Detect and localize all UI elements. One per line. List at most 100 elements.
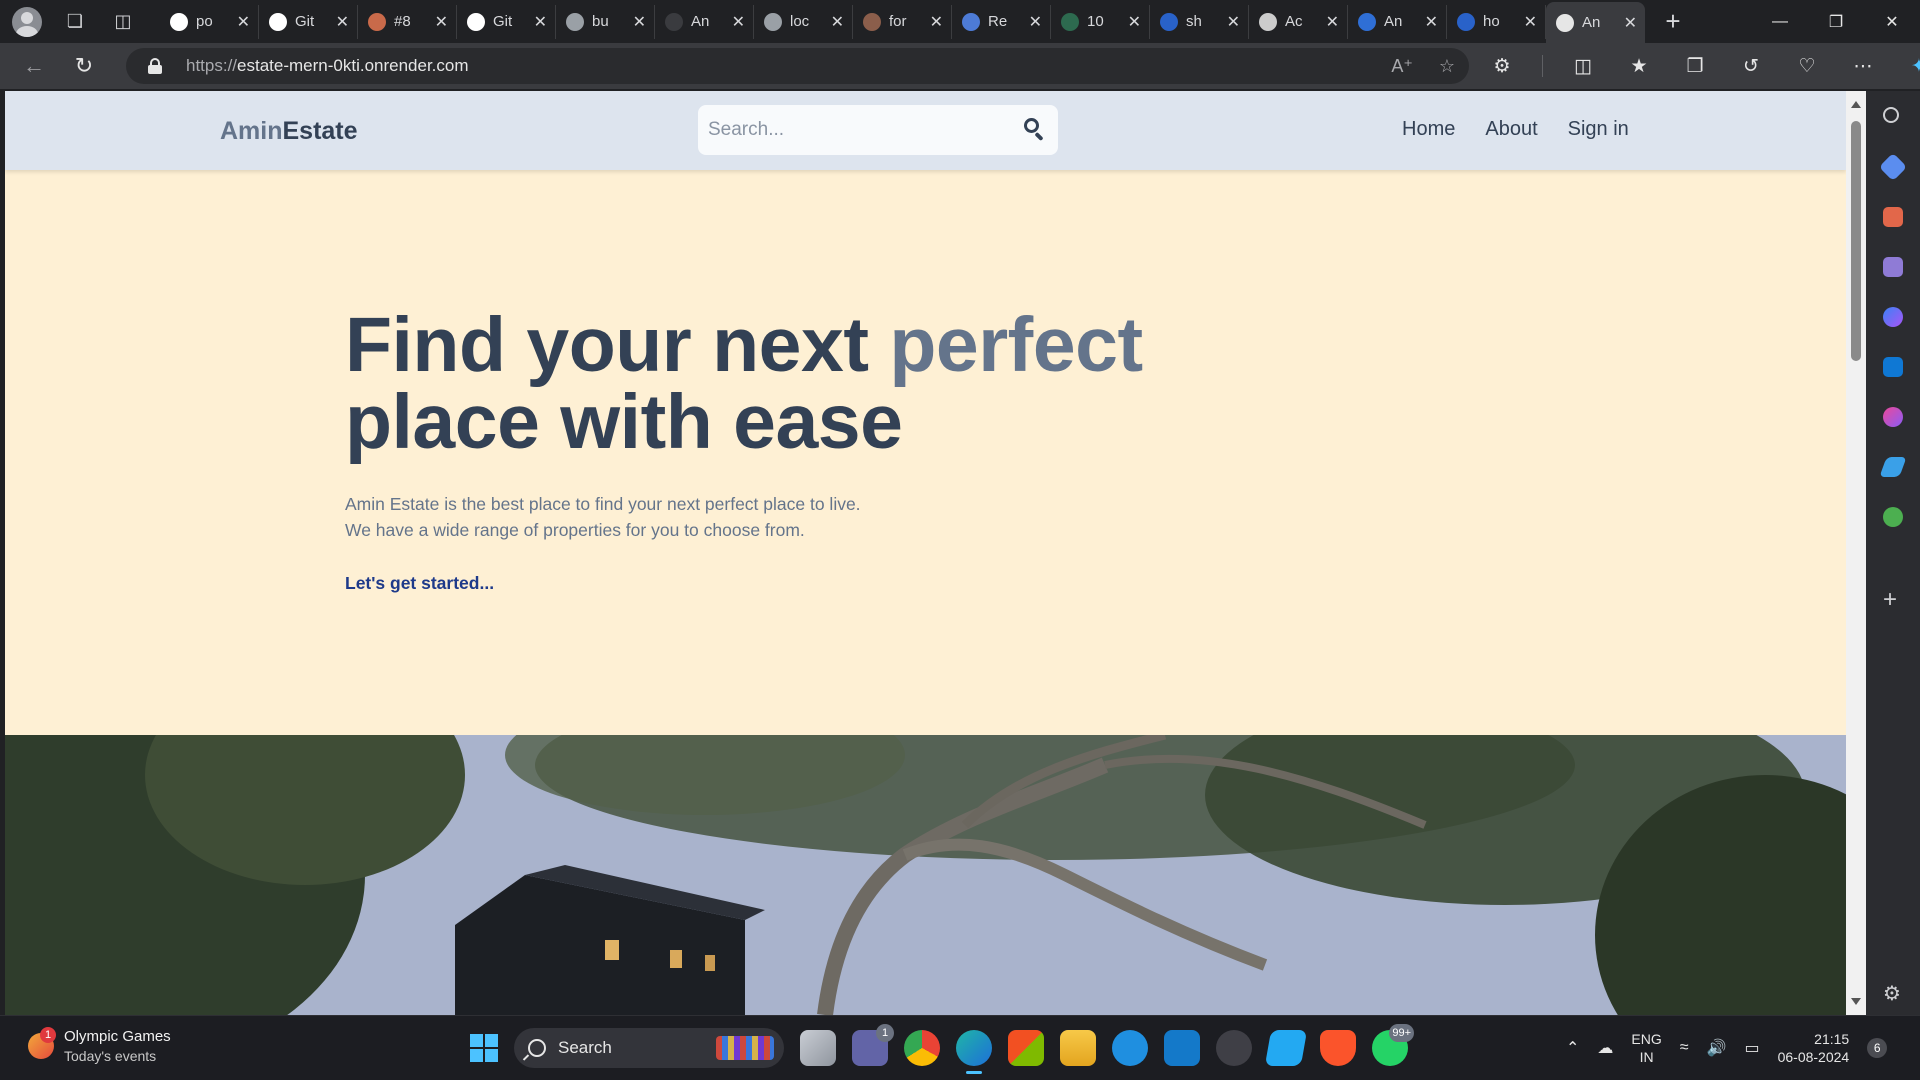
split-screen-icon[interactable]: ◫ [1567,55,1599,78]
tab-close-icon[interactable]: ✕ [1029,12,1042,32]
show-hidden-icons-chevron-icon[interactable]: ⌃ [1566,1038,1579,1058]
taskbar-search[interactable]: Search [514,1028,784,1068]
volume-icon[interactable]: 🔊 [1707,1038,1727,1058]
brave-icon[interactable] [1320,1030,1356,1066]
browser-tab[interactable]: for ✕ [853,4,952,39]
media-player-icon[interactable] [1216,1030,1252,1066]
tab-close-icon[interactable]: ✕ [930,12,943,32]
workspaces-icon[interactable]: ❏ [58,5,92,39]
reload-button[interactable]: ↻ [64,48,104,84]
tab-close-icon[interactable]: ✕ [1227,12,1240,32]
tab-close-icon[interactable]: ✕ [633,12,646,32]
browser-tab[interactable]: Ac ✕ [1249,4,1348,39]
language-indicator[interactable]: ENG IN [1631,1030,1661,1066]
file-explorer-icon[interactable] [1060,1030,1096,1066]
browser-essentials-icon[interactable]: ♡ [1791,55,1823,78]
browser-tab[interactable]: bu ✕ [556,4,655,39]
tab-title: Git [493,13,513,30]
scrollbar-thumb[interactable] [1851,121,1861,361]
onedrive-cloud-icon[interactable]: ☁ [1597,1038,1613,1058]
more-menu-icon[interactable]: ⋯ [1847,55,1879,78]
tab-close-icon[interactable]: ✕ [534,12,547,32]
get-help-icon[interactable] [1112,1030,1148,1066]
sidebar-copilot-icon[interactable] [1883,307,1903,327]
back-button[interactable]: ← [14,48,54,84]
tab-close-icon[interactable]: ✕ [1326,12,1339,32]
notification-count-badge[interactable]: 6 [1867,1038,1888,1058]
restore-button[interactable]: ❐ [1808,0,1864,43]
tab-actions-icon[interactable]: ◫ [106,5,140,39]
nav-home-link[interactable]: Home [1402,118,1455,141]
sidebar-games-icon[interactable] [1883,257,1903,277]
site-logo[interactable]: AminEstate [220,117,358,146]
nav-signin-link[interactable]: Sign in [1568,118,1629,141]
extensions-icon[interactable]: ⚙ [1486,55,1518,78]
tab-close-icon[interactable]: ✕ [732,12,745,32]
browser-tab[interactable]: #8 ✕ [358,4,457,39]
favorites-icon[interactable]: ★ [1623,55,1655,78]
start-button-windows-icon[interactable] [470,1034,498,1062]
sidebar-search-icon[interactable] [1883,107,1899,123]
browser-tab[interactable]: Git ✕ [259,4,358,39]
tab-close-icon[interactable]: ✕ [237,12,250,32]
browser-tab[interactable]: An ✕ [655,4,754,39]
copilot-icon[interactable]: ✦ [1903,55,1920,78]
tab-close-icon[interactable]: ✕ [435,12,448,32]
get-started-link[interactable]: Let's get started... [345,573,494,594]
sidebar-outlook-icon[interactable] [1883,357,1903,377]
task-view-icon[interactable] [800,1030,836,1066]
sidebar-add-icon[interactable]: + [1883,586,1897,614]
collections-icon[interactable]: ❐ [1679,55,1711,78]
browser-tab[interactable]: Git ✕ [457,4,556,39]
tab-close-icon[interactable]: ✕ [831,12,844,32]
search-input[interactable] [708,119,1008,141]
teams-icon[interactable]: 1 [852,1024,894,1066]
new-tab-button[interactable]: + [1653,5,1693,39]
page-scrollbar[interactable] [1846,91,1866,1015]
chrome-icon[interactable] [904,1030,940,1066]
clock[interactable]: 21:15 06-08-2024 [1778,1030,1850,1066]
logo-part-estate: Estate [282,117,358,145]
sidebar-tree-icon[interactable] [1883,507,1903,527]
browser-tab[interactable]: Re ✕ [952,4,1051,39]
browser-tab[interactable]: ho ✕ [1447,4,1546,39]
whatsapp-icon[interactable]: 99+ [1372,1024,1414,1066]
ghost-icon [1061,12,1079,31]
tab-close-icon[interactable]: ✕ [336,12,349,32]
scroll-up-arrow-icon[interactable] [1851,101,1861,108]
favorite-star-icon[interactable]: ☆ [1439,56,1455,77]
lock-icon[interactable] [148,58,162,74]
browser-tab[interactable]: 10 ✕ [1051,4,1150,39]
tab-close-icon[interactable]: ✕ [1624,13,1637,33]
edge-icon[interactable] [956,1030,992,1074]
browser-tab[interactable]: po ✕ [160,4,259,39]
battery-icon[interactable]: ▭ [1744,1038,1759,1058]
tab-close-icon[interactable]: ✕ [1524,12,1537,32]
read-aloud-icon[interactable]: A⁺ [1391,56,1413,77]
widgets-button[interactable]: 1 Olympic Games Today's events [28,1027,171,1064]
browser-tab[interactable]: loc ✕ [754,4,853,39]
sidebar-settings-icon[interactable]: ⚙ [1883,981,1901,1006]
url-text[interactable]: https://estate-mern-0kti.onrender.com [186,56,469,76]
scroll-down-arrow-icon[interactable] [1851,998,1861,1005]
wifi-icon[interactable]: ≈ [1680,1039,1689,1057]
sidebar-designer-icon[interactable] [1883,407,1903,427]
browser-tab[interactable]: An ✕ [1546,2,1645,43]
sidebar-telegram-icon[interactable] [1879,457,1907,477]
microsoft-store-icon[interactable] [1008,1030,1044,1066]
myhp-icon[interactable] [1164,1030,1200,1066]
browser-tab[interactable]: sh ✕ [1150,4,1249,39]
address-bar[interactable]: https://estate-mern-0kti.onrender.com A⁺… [126,48,1469,84]
browser-tab[interactable]: An ✕ [1348,4,1447,39]
close-window-button[interactable]: ✕ [1864,0,1920,43]
minimize-button[interactable]: — [1752,0,1808,43]
tab-close-icon[interactable]: ✕ [1128,12,1141,32]
profile-button[interactable] [10,5,44,39]
sidebar-shopping-icon[interactable] [1878,152,1908,182]
sidebar-tools-icon[interactable] [1883,207,1903,227]
tab-close-icon[interactable]: ✕ [1425,12,1438,32]
nav-about-link[interactable]: About [1485,118,1537,141]
vscode-icon[interactable] [1264,1030,1308,1066]
search-icon[interactable] [1024,118,1046,142]
history-icon[interactable]: ↺ [1735,55,1767,78]
